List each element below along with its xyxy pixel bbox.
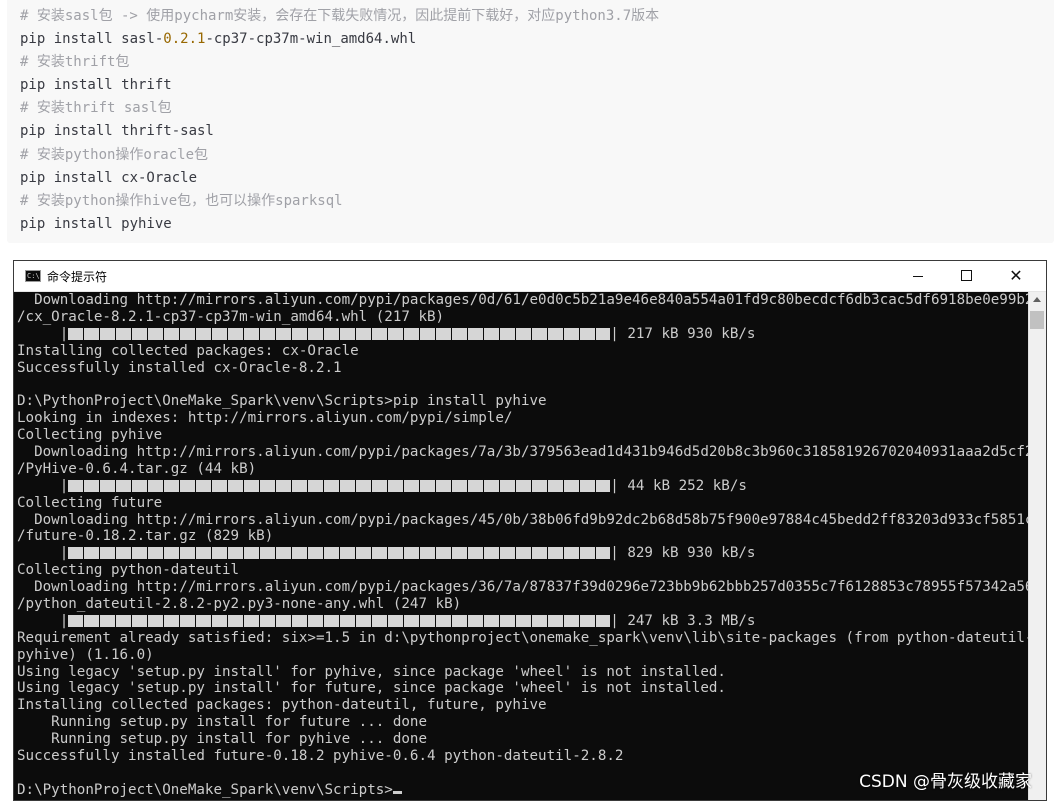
console-line: Collecting python-dateutil (17, 562, 1029, 579)
code-comment-line: # 安装python操作hive包，也可以操作sparksql (20, 192, 343, 209)
code-comment-line: # 安装thrift包 (20, 54, 130, 71)
console-line: Running setup.py install for future ... … (17, 714, 1029, 731)
console-line-text: Collecting python-dateutil (17, 562, 240, 579)
console-line: Downloading http://mirrors.aliyun.com/py… (17, 444, 1029, 461)
progress-text: 829 kB 930 kB/s (618, 545, 756, 562)
scrollbar-thumb[interactable] (1030, 311, 1044, 329)
console-line-text: Collecting pyhive (17, 427, 163, 444)
console-line-text: Running setup.py install for pyhive ... … (17, 731, 427, 748)
console-line-text: D:\PythonProject\OneMake_Spark\venv\Scri… (17, 393, 547, 410)
code-line: pip install cx-Oracle (20, 169, 198, 186)
console-line-text: Downloading http://mirrors.aliyun.com/py… (17, 292, 1029, 308)
text-cursor (392, 790, 402, 794)
vertical-scrollbar[interactable] (1028, 292, 1046, 800)
maximize-button[interactable] (942, 261, 990, 291)
progress-text: 247 kB 3.3 MB/s (618, 612, 756, 629)
console-line-text: Successfully installed cx-Oracle-8.2.1 (17, 359, 342, 376)
download-progress-bar (68, 479, 611, 492)
console-line-text: Installing collected packages: python-da… (17, 697, 547, 714)
minimize-icon (913, 275, 923, 277)
console-line: Installing collected packages: cx-Oracle (17, 343, 1029, 360)
code-line: pip install sasl-0.2.1-cp37-cp37m-win_am… (20, 31, 417, 48)
console-line-text: Using legacy 'setup.py install' for pyhi… (17, 663, 726, 680)
console-line-text: Using legacy 'setup.py install' for futu… (17, 680, 726, 697)
console-line: Downloading http://mirrors.aliyun.com/py… (17, 292, 1029, 309)
code-comment-line: # 安装thrift sasl包 (20, 100, 172, 117)
close-icon: ✕ (1009, 266, 1023, 285)
console-line: Running setup.py install for pyhive ... … (17, 731, 1029, 748)
console-line: Downloading http://mirrors.aliyun.com/py… (17, 579, 1029, 596)
progress-text: 217 kB 930 kB/s (618, 325, 756, 342)
console-line-text: /PyHive-0.6.4.tar.gz (44 kB) (17, 460, 257, 477)
console-line-text: Installing collected packages: cx-Oracle (17, 342, 359, 359)
console-line: Looking in indexes: http://mirrors.aliyu… (17, 410, 1029, 427)
console-line-text: Looking in indexes: http://mirrors.aliyu… (17, 410, 513, 427)
code-line: pip install thrift (20, 77, 172, 94)
console-line-text: Downloading http://mirrors.aliyun.com/py… (17, 579, 1029, 596)
progress-fill (68, 479, 611, 492)
download-progress-bar (68, 547, 611, 560)
console-line: Successfully installed future-0.18.2 pyh… (17, 748, 1029, 765)
code-line: pip install pyhive (20, 215, 172, 232)
progress-fill (68, 547, 611, 560)
console-line: Successfully installed cx-Oracle-8.2.1 (17, 360, 1029, 377)
window-title: 命令提示符 (47, 270, 108, 284)
console-line: Requirement already satisfied: six>=1.5 … (17, 630, 1029, 647)
title-bar[interactable]: C:\ 命令提示符 ✕ (14, 261, 1046, 292)
console-line-text: Successfully installed future-0.18.2 pyh… (17, 748, 624, 765)
code-content: # 安装sasl包 -> 使用pycharm安装，会存在下载失败情况，因此提前下… (7, 0, 1054, 236)
console-line: Downloading http://mirrors.aliyun.com/py… (17, 512, 1029, 529)
console-line-text: Requirement already satisfied: six>=1.5 … (17, 629, 1029, 646)
code-comment-line: # 安装python操作oracle包 (20, 146, 209, 163)
progress-line: | | 247 kB 3.3 MB/s (17, 612, 756, 629)
code-comment-line: # 安装sasl包 -> 使用pycharm安装，会存在下载失败情况，因此提前下… (20, 8, 660, 24)
console-line: Using legacy 'setup.py install' for futu… (17, 680, 1029, 697)
console-line-text: pyhive) (1.16.0) (17, 646, 154, 663)
progress-fill (68, 614, 611, 627)
minimize-button[interactable] (894, 261, 942, 291)
console-line-text: /future-0.18.2.tar.gz (829 kB) (17, 528, 274, 545)
console-line-text: Downloading http://mirrors.aliyun.com/py… (17, 444, 1029, 461)
cmd-window[interactable]: C:\ 命令提示符 ✕ Downloading http://mirrors.a… (13, 260, 1047, 801)
console-line: /PyHive-0.6.4.tar.gz (44 kB) (17, 461, 1029, 478)
console-line: /future-0.18.2.tar.gz (829 kB) (17, 528, 1029, 545)
progress-text: 44 kB 252 kB/s (618, 477, 747, 494)
console-line: pyhive) (1.16.0) (17, 647, 1029, 664)
maximize-icon (960, 269, 972, 281)
scroll-up-arrow-icon[interactable] (1033, 297, 1041, 302)
code-line: pip install thrift-sasl (20, 123, 214, 140)
console-output[interactable]: Downloading http://mirrors.aliyun.com/py… (17, 292, 1029, 802)
download-progress-bar (68, 327, 611, 340)
progress-line: | | 44 kB 252 kB/s (17, 477, 747, 494)
console-line: /cx_Oracle-8.2.1-cp37-cp37m-win_amd64.wh… (17, 309, 1029, 326)
console-line-text: /python_dateutil-2.8.2-py2.py3-none-any.… (17, 596, 462, 613)
console-line-text: Collecting future (17, 494, 163, 511)
console-line-text: Downloading http://mirrors.aliyun.com/py… (17, 511, 1029, 528)
console-line: Installing collected packages: python-da… (17, 697, 1029, 714)
close-button[interactable]: ✕ (992, 261, 1040, 291)
code-block: # 安装sasl包 -> 使用pycharm安装，会存在下载失败情况，因此提前下… (7, 0, 1054, 243)
console-line-text: /cx_Oracle-8.2.1-cp37-cp37m-win_amd64.wh… (17, 308, 445, 325)
watermark: CSDN @骨灰级收藏家 (859, 772, 1032, 792)
progress-line: | | 829 kB 930 kB/s (17, 545, 756, 562)
console-line: Collecting future (17, 495, 1029, 512)
console-line: Collecting pyhive (17, 427, 1029, 444)
console-line: Using legacy 'setup.py install' for pyhi… (17, 664, 1029, 681)
download-progress-bar (68, 614, 611, 627)
console-line: D:\PythonProject\OneMake_Spark\venv\Scri… (17, 393, 1029, 410)
console-line-text: Running setup.py install for future ... … (17, 714, 427, 731)
cmd-app-icon: C:\ (25, 270, 41, 282)
console-line-text: D:\PythonProject\OneMake_Spark\venv\Scri… (17, 781, 393, 798)
console-line: /python_dateutil-2.8.2-py2.py3-none-any.… (17, 596, 1029, 613)
version-number: 0.2.1 (163, 31, 206, 48)
progress-fill (68, 327, 611, 340)
progress-line: | | 217 kB 930 kB/s (17, 325, 756, 342)
